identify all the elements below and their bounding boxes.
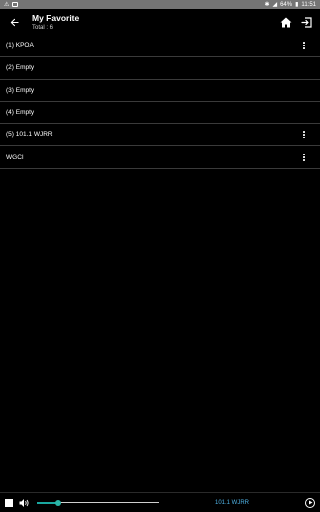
menu-dot — [303, 42, 305, 44]
app-header: My Favorite Total : 6 — [0, 9, 320, 35]
app-screen: ⚠ ✱ ◢ 64% ▮ 11:51 My Favorite Total : 6 — [0, 0, 320, 512]
favorite-label: (2) Empty — [6, 64, 35, 72]
favorite-label: (4) Empty — [6, 109, 35, 117]
battery-percent: 64% — [280, 1, 293, 8]
more-options-icon[interactable] — [300, 151, 308, 163]
menu-dot — [303, 44, 305, 47]
more-options-icon[interactable] — [300, 40, 308, 52]
menu-dot — [303, 156, 305, 158]
header-actions — [278, 13, 320, 31]
menu-dot — [303, 136, 305, 139]
volume-slider[interactable] — [37, 499, 159, 507]
header-titles: My Favorite Total : 6 — [28, 13, 278, 32]
volume-button[interactable] — [19, 498, 31, 508]
favorites-count: Total : 6 — [32, 24, 54, 31]
favorite-item[interactable]: (4) Empty — [0, 102, 320, 125]
more-options-icon[interactable] — [300, 129, 308, 141]
menu-dot — [303, 153, 305, 156]
back-arrow-icon — [10, 18, 19, 26]
favorite-item[interactable]: WGCI — [0, 146, 320, 169]
favorite-item[interactable]: (5) 101.1 WJRR — [0, 124, 320, 147]
status-bar: ⚠ ✱ ◢ 64% ▮ 11:51 — [0, 0, 320, 9]
menu-dot — [303, 131, 305, 134]
now-playing-station[interactable]: 101.1 WJRR — [215, 500, 305, 506]
menu-dot — [303, 47, 305, 50]
favorite-label: (3) Empty — [6, 86, 35, 94]
status-left: ⚠ — [4, 1, 19, 8]
slider-thumb[interactable] — [54, 499, 61, 506]
exit-button[interactable] — [298, 13, 314, 31]
speaker-icon — [19, 498, 29, 507]
clock: 11:51 — [301, 1, 316, 8]
favorite-item[interactable]: (2) Empty — [0, 57, 320, 80]
battery-icon: ▮ — [295, 1, 299, 8]
menu-dot — [303, 134, 305, 136]
home-icon — [280, 17, 292, 27]
page-title: My Favorite — [32, 12, 80, 23]
favorite-item[interactable]: (1) KPOA — [0, 35, 320, 58]
menu-dot — [303, 158, 305, 161]
play-button[interactable] — [305, 497, 315, 508]
image-icon — [12, 2, 19, 7]
bluetooth-icon: ✱ — [264, 1, 270, 8]
status-right: ✱ ◢ 64% ▮ 11:51 — [264, 2, 316, 8]
home-button[interactable] — [278, 13, 294, 31]
alert-icon: ⚠ — [4, 1, 10, 8]
play-icon — [308, 500, 312, 505]
stop-button[interactable] — [5, 498, 13, 507]
favorite-label: WGCI — [6, 153, 24, 161]
back-button[interactable] — [0, 9, 28, 35]
favorites-list: (1) KPOA (2) Empty (3) Empty (4) Empty (5) 1… — [0, 35, 320, 169]
player-bar: 101.1 WJRR — [0, 492, 320, 512]
favorite-label: (1) KPOA — [6, 42, 34, 50]
exit-icon — [300, 16, 312, 28]
favorite-label: (5) 101.1 WJRR — [6, 131, 53, 139]
signal-icon: ◢ — [272, 1, 278, 8]
favorite-item[interactable]: (3) Empty — [0, 80, 320, 102]
